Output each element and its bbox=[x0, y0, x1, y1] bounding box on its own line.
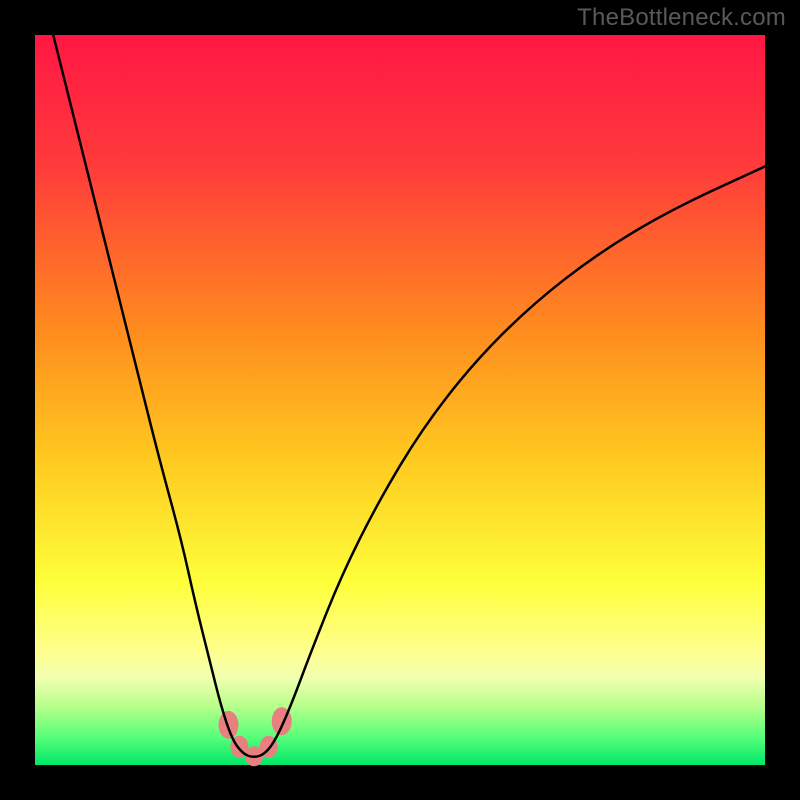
bottleneck-chart bbox=[0, 0, 800, 800]
chart-container: TheBottleneck.com bbox=[0, 0, 800, 800]
watermark-text: TheBottleneck.com bbox=[577, 4, 786, 32]
